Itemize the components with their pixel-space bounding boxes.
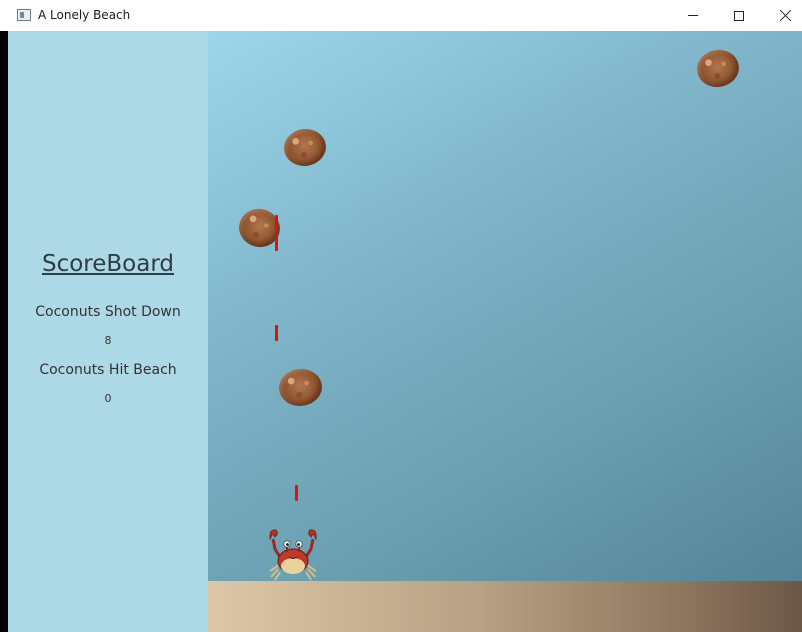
coconut: [694, 46, 742, 91]
bullet: [295, 485, 298, 501]
coconut: [277, 366, 324, 409]
close-icon: [779, 9, 792, 22]
window-left-edge: [0, 31, 8, 632]
crab-icon: [269, 529, 317, 581]
coconuts-hit-beach-value: 0: [104, 392, 112, 405]
bullet: [275, 215, 278, 231]
app-window-icon: [17, 9, 31, 21]
bullet: [275, 235, 278, 251]
minimize-icon: [688, 15, 698, 16]
maximize-button[interactable]: [716, 0, 762, 31]
window-title: A Lonely Beach: [38, 8, 131, 22]
close-button[interactable]: [762, 0, 802, 31]
coconuts-shot-down-value: 8: [104, 334, 112, 347]
scoreboard-title: ScoreBoard: [41, 251, 174, 277]
coconut: [281, 126, 329, 169]
scoreboard-panel: ScoreBoard Coconuts Shot Down 8 Coconuts…: [8, 31, 208, 632]
coconuts-hit-beach-label: Coconuts Hit Beach: [39, 362, 177, 378]
beach-sand: [208, 581, 802, 632]
crab-player[interactable]: [267, 527, 319, 581]
bullet: [275, 325, 278, 341]
game-canvas[interactable]: [208, 31, 802, 632]
coconuts-shot-down-label: Coconuts Shot Down: [35, 304, 181, 320]
maximize-icon: [734, 10, 744, 21]
minimize-button[interactable]: [670, 0, 716, 31]
title-bar: A Lonely Beach: [0, 0, 802, 31]
